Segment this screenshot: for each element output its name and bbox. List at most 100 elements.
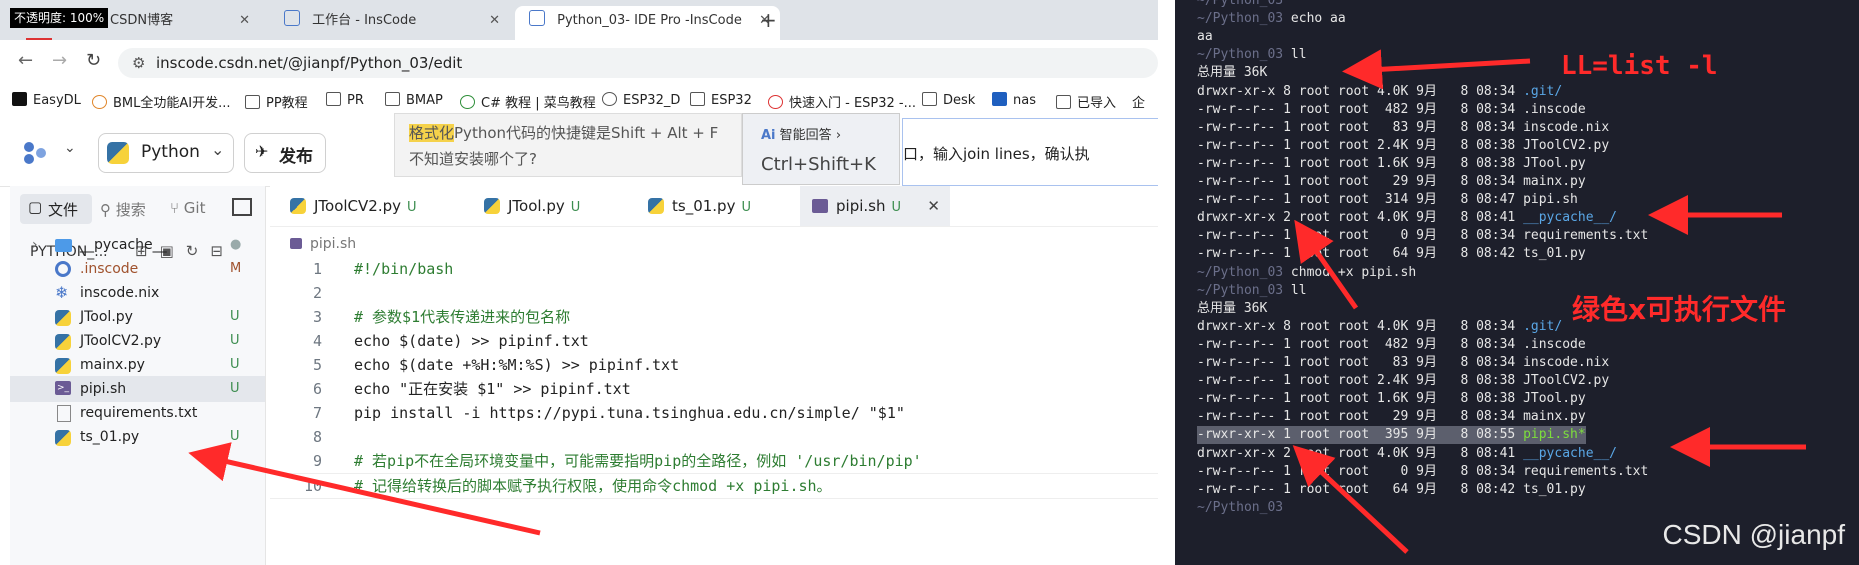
terminal-line: -rw-r--r-- 1 root root 482 9月 8 08:34 .i… [1197, 336, 1586, 352]
breadcrumb: pipi.sh [290, 236, 356, 252]
list-item[interactable]: requirements.txt [10, 400, 265, 426]
language-select[interactable]: Python ⌄ [98, 133, 234, 173]
folder-icon [1056, 95, 1071, 109]
site-info-icon[interactable]: ⚙ [132, 48, 145, 78]
browser-tab-workbench[interactable]: 工作台 - InsCode ✕ [270, 6, 510, 40]
code-line-current[interactable]: 10 # 记得给转换后的脚本赋予执行权限，使用命令chmod +x pipi.sh… [270, 473, 1158, 499]
reload-icon[interactable]: ↻ [86, 50, 101, 71]
bookmark-imported[interactable]: 已导入 [1056, 92, 1116, 111]
tab-files[interactable]: ▢ 文件 [20, 194, 92, 224]
easydl-icon [12, 92, 27, 106]
annotation-exec: 绿色x可执行文件 [1572, 293, 1787, 326]
tab-ts01[interactable]: ts_01.py U [648, 186, 751, 226]
bookmark-pr[interactable]: PR [326, 92, 364, 108]
runoob-icon [460, 95, 475, 109]
code-line[interactable]: 3 # 参数$1代表传递进来的包名称 [270, 305, 1158, 329]
terminal-line: -rw-r--r-- 1 root root 83 9月 8 08:34 ins… [1197, 355, 1610, 370]
bookmark-desk[interactable]: Desk [922, 92, 975, 108]
publish-label: 发布 [279, 147, 313, 167]
ai-answer-panel[interactable]: Ai 智能回答 › Ctrl+Shift+K [742, 113, 900, 185]
bookmark-esp32[interactable]: ESP32 [690, 92, 752, 108]
git-branch-icon: ⑂ [170, 199, 180, 217]
close-icon[interactable]: ✕ [489, 6, 500, 36]
bookmark-bmap[interactable]: BMAP [385, 92, 443, 108]
tab-git[interactable]: ⑂ Git [170, 199, 205, 217]
list-item[interactable]: JToolCV2.py U [10, 328, 265, 354]
code-line[interactable]: 8 [270, 425, 1158, 449]
bookmark-csharp[interactable]: C# 教程 | 菜鸟教程 [460, 92, 596, 111]
list-item[interactable]: ts_01.py U [10, 424, 265, 450]
list-item[interactable]: JTool.py U [10, 304, 265, 330]
snowflake-icon: ❄ [55, 283, 69, 302]
code-line[interactable]: 6 echo "正在安装 $1" >> pipinf.txt [270, 377, 1158, 401]
terminal-line: aa [1197, 29, 1213, 45]
ai-icon: Ai [761, 128, 776, 143]
bookmark-quickstart[interactable]: 快速入门 - ESP32 -... [768, 92, 916, 111]
bookmark-pp[interactable]: PP教程 [245, 92, 308, 111]
terminal-line: -rw-r--r-- 1 root root 0 9月 8 08:34 requ… [1197, 228, 1649, 244]
python-icon [290, 198, 306, 214]
bookmark-bml[interactable]: BML全功能AI开发... [92, 92, 231, 111]
back-icon[interactable]: ← [18, 50, 33, 71]
inscode-logo-icon[interactable] [22, 140, 48, 166]
suggestion-line-2: 不知道安装哪个了? [409, 150, 537, 168]
shortcut-text: Ctrl+Shift+K [761, 154, 876, 175]
forward-icon[interactable]: → [52, 50, 67, 71]
python-icon [55, 430, 71, 446]
list-item[interactable]: › __pycache__ ● [10, 232, 265, 258]
terminal-line: drwxr-xr-x 8 root root 4.0K 9月 8 08:34 .… [1197, 318, 1563, 334]
folder-icon [690, 92, 705, 106]
terminal-line: -rw-r--r-- 1 root root 2.4K 9月 8 08:38 J… [1197, 137, 1610, 153]
bookmark-esp32d[interactable]: ESP32_D [602, 92, 680, 108]
panel-toggle-icon[interactable] [232, 198, 252, 216]
terminal-line: ~/Python_03 [1197, 0, 1284, 8]
browser-tab-ide[interactable]: Python_03- IDE Pro -InsCode ✕ [515, 6, 780, 40]
tab-pipi[interactable]: pipi.sh U ✕ [800, 186, 950, 226]
list-item[interactable]: mainx.py U [10, 352, 265, 378]
annotation-ll: LL=list -l [1561, 51, 1718, 81]
url-text: inscode.csdn.net/@jianpf/Python_03/edit [156, 54, 463, 72]
tab-jtoolcv2[interactable]: JToolCV2.py U [290, 186, 417, 226]
bml-icon [92, 95, 107, 109]
terminal-line: -rw-r--r-- 1 root root 1.6K 9月 8 08:38 J… [1197, 391, 1586, 407]
terminal-line: -rw-r--r-- 1 root root 482 9月 8 08:34 .i… [1197, 101, 1586, 117]
terminal-line: drwxr-xr-x 2 root root 4.0K 9月 8 08:41 _… [1197, 210, 1617, 226]
terminal-panel[interactable]: ~/Python_03 ~/Python_03 echo aa aa ~/Python… [1175, 0, 1859, 565]
list-item[interactable]: >_ pipi.sh U [10, 376, 265, 402]
code-line[interactable]: 9 # 若pip不在全局环境变量中，可能需要指明pip的全路径，例如 '/usr/… [270, 449, 1158, 473]
list-item[interactable]: .inscode M [10, 256, 265, 282]
python-icon [55, 334, 71, 350]
csdn-watermark: CSDN @jianpf [1662, 519, 1845, 550]
python-icon [648, 198, 664, 214]
terminal-line: 总用量 36K [1197, 65, 1268, 81]
python-icon [484, 198, 500, 214]
list-item[interactable]: ❄ inscode.nix [10, 280, 265, 306]
browser-tab-csdn[interactable]: CSDN博客 ✕ [90, 6, 260, 40]
terminal-line: -rw-r--r-- 1 root root 64 9月 8 08:42 ts_… [1197, 246, 1586, 262]
suggestion-line-1: 格式化Python代码的快捷键是Shift + Alt + F [409, 124, 719, 142]
tab-search[interactable]: ⚲ 搜索 [100, 199, 146, 220]
new-tab-button[interactable]: + [760, 8, 777, 32]
code-line[interactable]: 1 #!/bin/bash [270, 257, 1158, 281]
publish-button[interactable]: ✈ 发布 [244, 133, 326, 173]
address-bar-row: ← → ↻ ⚙ inscode.csdn.net/@jianpf/Python_… [0, 40, 1158, 84]
bookmark-more[interactable]: 企 [1132, 92, 1145, 111]
tab-jtool[interactable]: JTool.py U [484, 186, 580, 226]
bookmark-nas[interactable]: nas [992, 92, 1036, 108]
file-explorer: ▢ 文件 ⚲ 搜索 ⑂ Git PYTHON_... ⊞▣↻⊟ › __pyca… [10, 186, 266, 565]
code-line[interactable]: 2 [270, 281, 1158, 305]
chevron-down-icon[interactable]: ⌄ [64, 140, 76, 156]
bookmark-easydl[interactable]: EasyDL [12, 92, 81, 108]
code-line[interactable]: 7 pip install -i https://pypi.tuna.tsingh… [270, 401, 1158, 425]
code-line[interactable]: 5 echo $(date +%H:%M:%S) >> pipinf.txt [270, 353, 1158, 377]
opacity-badge: 不透明度: 100% [10, 8, 109, 28]
terminal-line: -rw-r--r-- 1 root root 0 9月 8 08:34 requ… [1197, 463, 1649, 479]
code-line[interactable]: 4 echo $(date) >> pipinf.txt [270, 329, 1158, 353]
terminal-file-icon [290, 238, 302, 249]
close-icon[interactable]: ✕ [239, 6, 250, 36]
close-icon[interactable]: ✕ [927, 186, 940, 226]
terminal-line: 总用量 36K [1197, 300, 1268, 316]
url-bar[interactable]: ⚙ inscode.csdn.net/@jianpf/Python_03/edi… [118, 48, 1158, 78]
python-icon [55, 310, 71, 326]
tab-label: Python_03- IDE Pro -InsCode [557, 13, 742, 28]
